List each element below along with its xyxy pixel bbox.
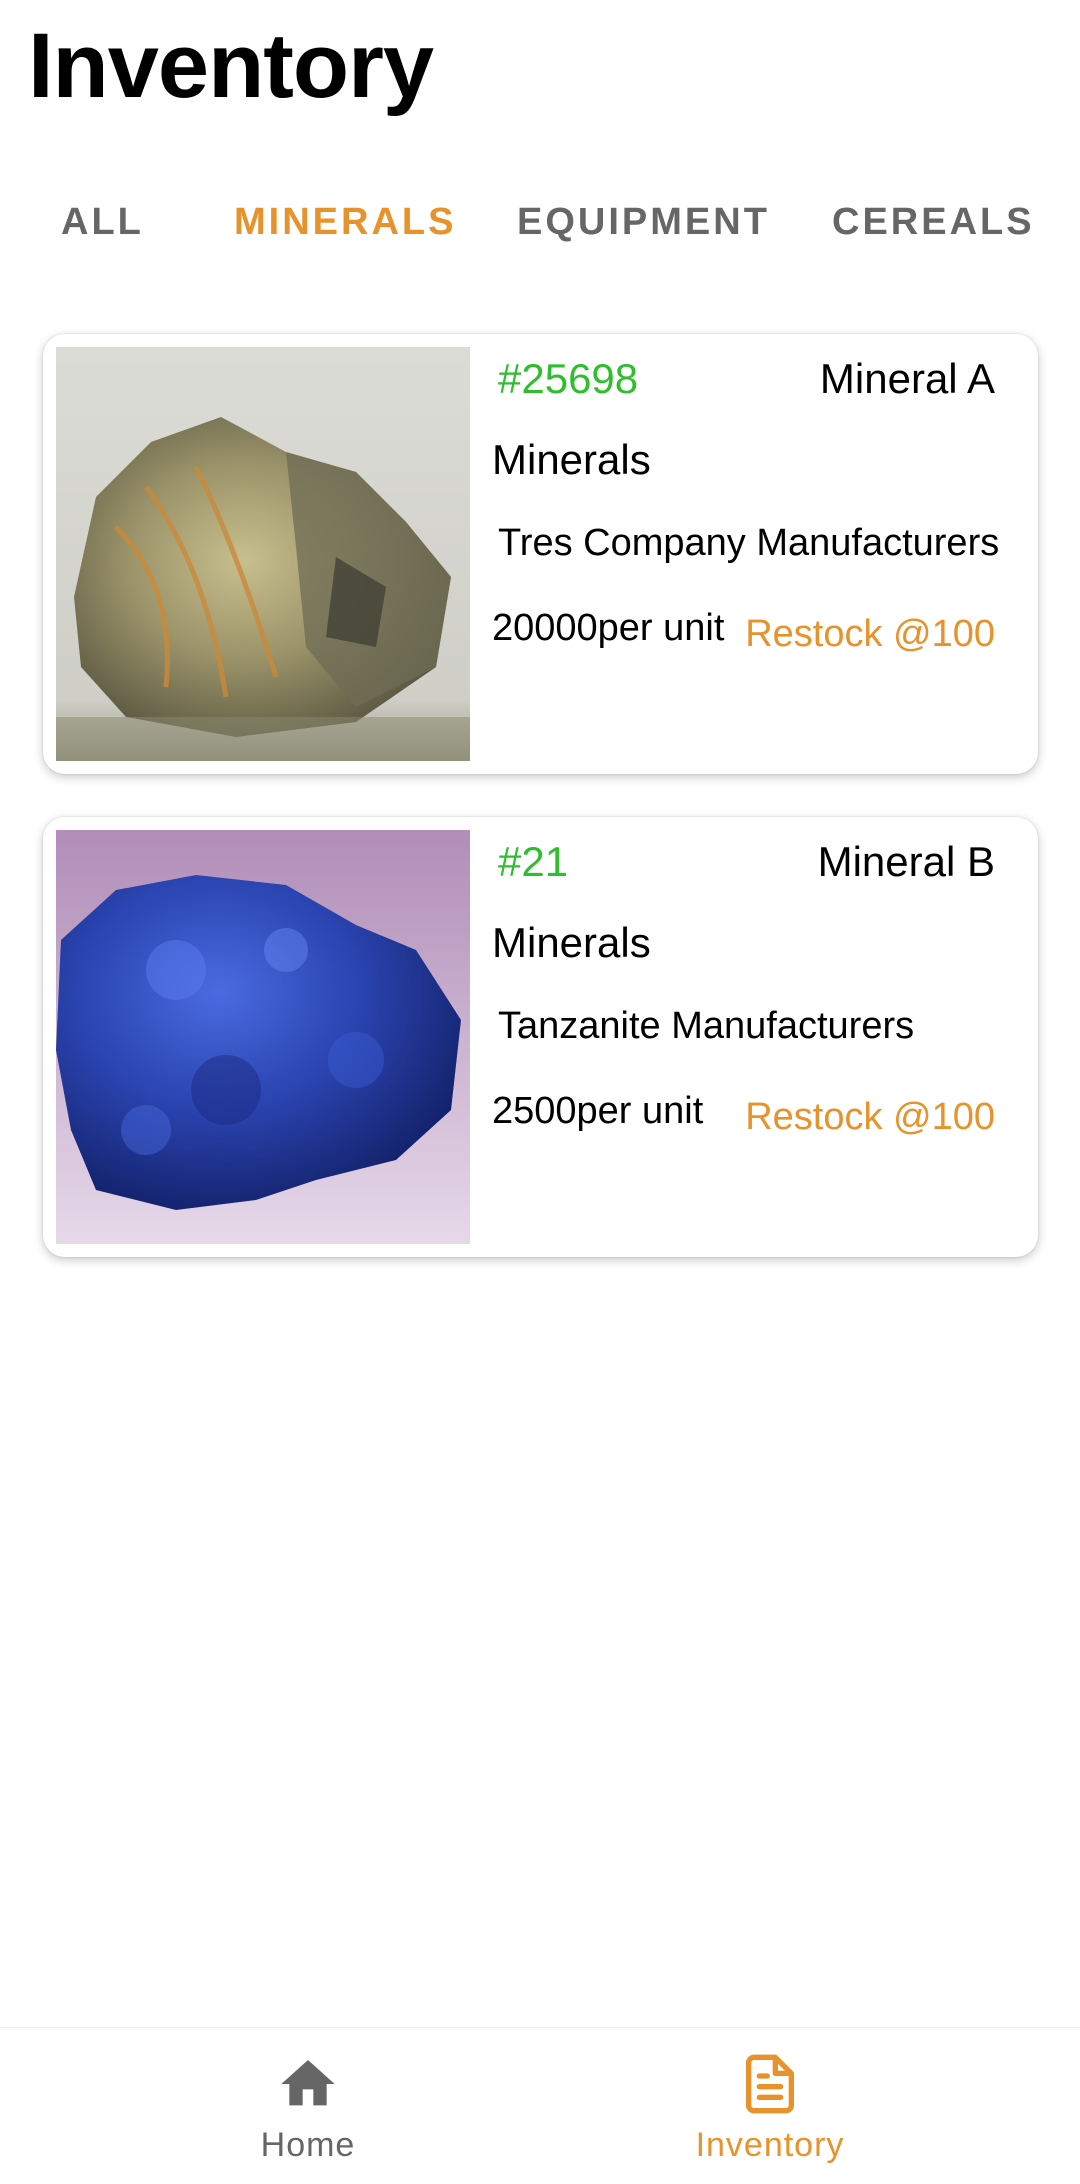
item-price: 20000per unit bbox=[492, 607, 725, 649]
nav-inventory-label: Inventory bbox=[695, 2126, 845, 2164]
home-icon bbox=[276, 2052, 340, 2116]
restock-button[interactable]: Restock @100 bbox=[745, 1089, 995, 1145]
mineral-b-image bbox=[56, 830, 470, 1244]
item-category: Minerals bbox=[492, 919, 651, 966]
item-id: #25698 bbox=[498, 355, 639, 402]
page-title: Inventory bbox=[28, 15, 434, 117]
nav-inventory[interactable]: Inventory bbox=[620, 2028, 920, 2184]
bottom-navigation: Home Inventory bbox=[0, 2027, 1080, 2184]
nav-home-label: Home bbox=[260, 2126, 356, 2164]
document-icon bbox=[738, 2052, 802, 2116]
tab-all[interactable]: ALL bbox=[61, 190, 144, 254]
item-category: Minerals bbox=[492, 436, 651, 483]
tab-cereals[interactable]: CEREALS bbox=[832, 190, 1035, 254]
category-tabs: ALL MINERALS EQUIPMENT CEREALS bbox=[0, 190, 1080, 254]
restock-button[interactable]: Restock @100 bbox=[745, 606, 995, 662]
item-manufacturer: Tanzanite Manufacturers bbox=[498, 1005, 915, 1047]
mineral-a-image bbox=[56, 347, 470, 761]
item-id: #21 bbox=[498, 838, 569, 885]
item-manufacturer: Tres Company Manufacturers bbox=[498, 522, 1000, 564]
item-name: Mineral A bbox=[819, 355, 995, 402]
inventory-item-card[interactable]: #25698 Mineral A Minerals Tres Company M… bbox=[43, 334, 1038, 774]
tab-equipment[interactable]: EQUIPMENT bbox=[517, 190, 770, 254]
tab-minerals[interactable]: MINERALS bbox=[234, 190, 456, 254]
nav-home[interactable]: Home bbox=[158, 2028, 458, 2184]
inventory-item-card[interactable]: #21 Mineral B Minerals Tanzanite Manufac… bbox=[43, 817, 1038, 1257]
item-name: Mineral B bbox=[817, 838, 995, 885]
item-price: 2500per unit bbox=[492, 1090, 704, 1132]
